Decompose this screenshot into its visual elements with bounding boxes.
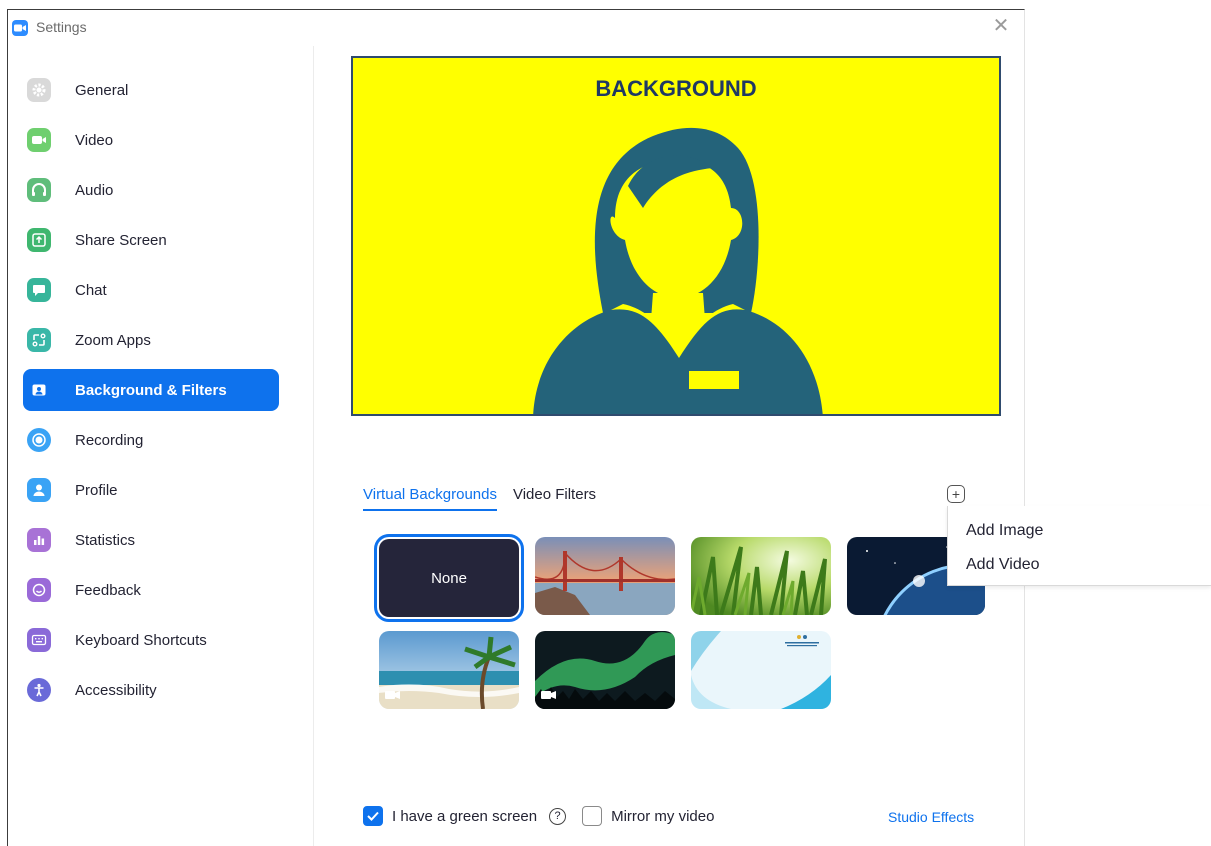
settings-window: Settings ✕ General Video Audio Share Scr… [7, 9, 1025, 846]
sidebar-item-label: Background & Filters [75, 381, 227, 399]
sidebar-item-label: Feedback [75, 581, 141, 599]
sidebar-item-background-filters[interactable]: Background & Filters [23, 369, 279, 411]
add-background-menu: Add Image Add Video [947, 506, 1211, 586]
sidebar-item-general[interactable]: General [23, 69, 279, 111]
accessibility-icon [27, 678, 51, 702]
window-title: Settings [36, 19, 87, 35]
background-icon [27, 378, 51, 402]
headphones-icon [27, 178, 51, 202]
background-thumb-northern-lights[interactable] [535, 631, 675, 709]
sidebar: General Video Audio Share Screen Chat Zo… [8, 46, 314, 846]
main-panel: BACKGROUND Virtual Backgrounds Video Fil… [315, 46, 1024, 846]
add-background-icon[interactable]: + [947, 485, 965, 503]
sidebar-item-label: Recording [75, 431, 144, 449]
sidebar-item-label: Keyboard Shortcuts [75, 631, 207, 649]
statistics-icon [27, 528, 51, 552]
sidebar-item-label: Video [75, 131, 114, 149]
gear-icon [27, 78, 51, 102]
sidebar-item-statistics[interactable]: Statistics [23, 519, 279, 561]
sidebar-item-accessibility[interactable]: Accessibility [23, 669, 279, 711]
sidebar-item-audio[interactable]: Audio [23, 169, 279, 211]
feedback-icon [27, 578, 51, 602]
sidebar-item-profile[interactable]: Profile [23, 469, 279, 511]
sidebar-item-keyboard-shortcuts[interactable]: Keyboard Shortcuts [23, 619, 279, 661]
studio-effects-link[interactable]: Studio Effects [888, 809, 974, 825]
green-screen-checkbox[interactable] [363, 806, 383, 826]
background-thumb-none[interactable]: None [374, 534, 524, 622]
sidebar-item-share-screen[interactable]: Share Screen [23, 219, 279, 261]
sidebar-item-zoom-apps[interactable]: Zoom Apps [23, 319, 279, 361]
sidebar-item-label: General [75, 81, 129, 99]
menu-item-add-image[interactable]: Add Image [966, 522, 1043, 540]
sidebar-item-label: Audio [75, 181, 114, 199]
keyboard-icon [27, 628, 51, 652]
recording-icon [27, 428, 51, 452]
zoom-app-icon [12, 20, 28, 36]
sidebar-item-label: Share Screen [75, 231, 167, 249]
chat-icon [27, 278, 51, 302]
tab-video-filters[interactable]: Video Filters [513, 486, 596, 511]
sidebar-item-label: Chat [75, 281, 107, 299]
sidebar-item-label: Statistics [75, 531, 136, 549]
background-tabs: Virtual Backgrounds Video Filters [363, 486, 596, 511]
menu-item-add-video[interactable]: Add Video [966, 556, 1040, 574]
mirror-video-label: Mirror my video [611, 807, 715, 825]
background-thumb-golden-gate-bridge[interactable] [535, 537, 675, 615]
zoom-apps-icon [27, 328, 51, 352]
sidebar-item-feedback[interactable]: Feedback [23, 569, 279, 611]
tab-virtual-backgrounds[interactable]: Virtual Backgrounds [363, 486, 497, 511]
person-silhouette [533, 127, 823, 414]
mirror-video-checkbox[interactable] [582, 806, 603, 826]
none-label: None [431, 569, 467, 587]
sidebar-item-label: Profile [75, 481, 118, 499]
sidebar-item-label: Zoom Apps [75, 331, 151, 349]
close-icon[interactable]: ✕ [990, 14, 1012, 38]
background-thumb-grass[interactable] [691, 537, 831, 615]
footer-options: I have a green screen ? Mirror my video [363, 806, 714, 826]
background-thumb-beach-palm[interactable] [379, 631, 519, 709]
sidebar-item-video[interactable]: Video [23, 119, 279, 161]
help-icon[interactable]: ? [549, 807, 567, 825]
background-thumb-document-template[interactable] [691, 631, 831, 709]
sidebar-item-chat[interactable]: Chat [23, 269, 279, 311]
video-camera-icon [27, 128, 51, 152]
share-screen-icon [27, 228, 51, 252]
sidebar-item-label: Accessibility [75, 681, 157, 699]
profile-icon [27, 478, 51, 502]
sidebar-item-recording[interactable]: Recording [23, 419, 279, 461]
video-preview: BACKGROUND [351, 56, 1001, 416]
title-bar: Settings ✕ [8, 10, 1024, 44]
green-screen-label: I have a green screen [392, 807, 538, 825]
